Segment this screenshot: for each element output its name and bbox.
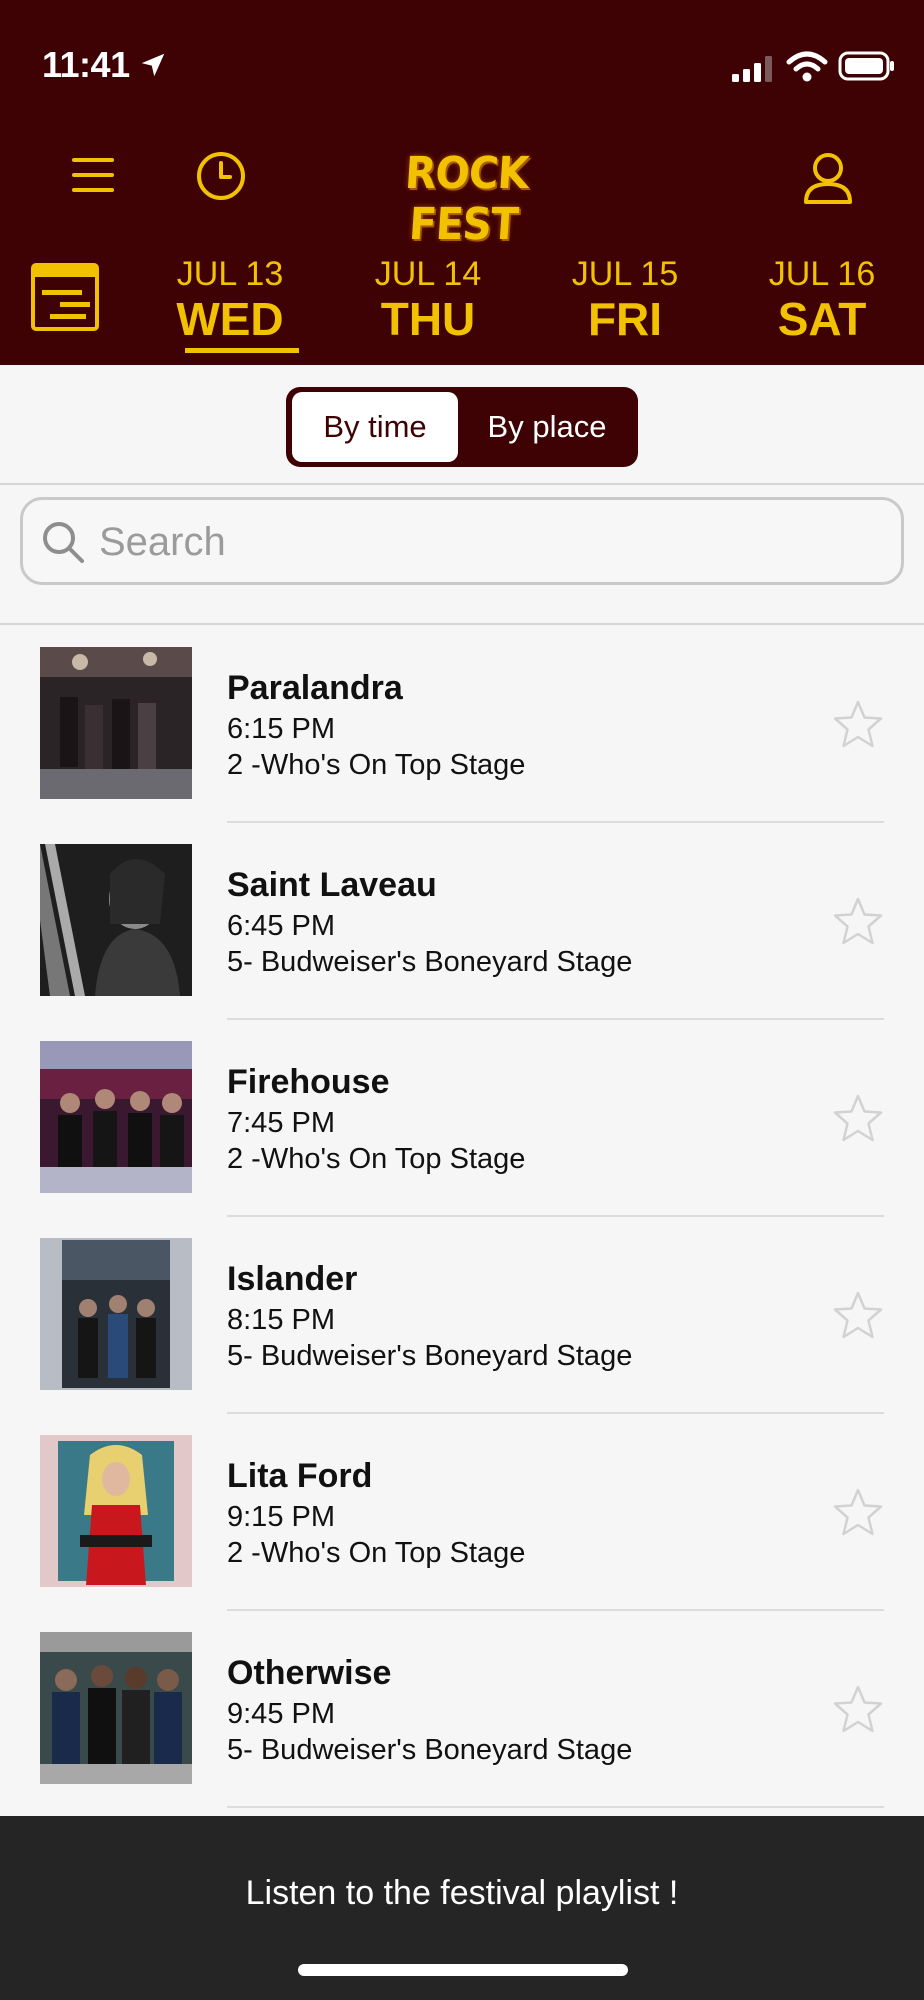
performance-stage: 2 -Who's On Top Stage — [227, 749, 526, 781]
band-name: Firehouse — [227, 1063, 390, 1101]
band-photo — [40, 844, 192, 996]
rock-fest-logo: ROCK FEST — [350, 140, 580, 250]
active-day-underline — [185, 348, 299, 353]
band-name: Saint Laveau — [227, 866, 437, 904]
row-divider — [227, 1215, 884, 1217]
search-icon — [43, 522, 84, 563]
day-tab-date: JUL 16 — [768, 255, 876, 293]
band-name: Otherwise — [227, 1654, 392, 1692]
list-item[interactable]: Saint Laveau 6:45 PM 5- Budweiser's Bone… — [0, 824, 924, 1021]
home-indicator[interactable] — [298, 1964, 628, 1976]
performance-stage: 2 -Who's On Top Stage — [227, 1537, 526, 1569]
favorite-star-icon[interactable] — [832, 699, 884, 749]
battery-icon — [838, 51, 894, 81]
view-toggle-bar: By time By place — [0, 365, 924, 485]
search-input[interactable] — [99, 512, 879, 572]
day-tab-fri[interactable]: JUL 15 FRI — [545, 255, 705, 345]
performance-stage: 5- Budweiser's Boneyard Stage — [227, 1734, 633, 1766]
favorite-star-icon[interactable] — [832, 1684, 884, 1734]
clock-icon[interactable] — [195, 150, 247, 202]
playlist-bar: Listen to the festival playlist ! — [0, 1816, 924, 2000]
band-photo — [40, 1238, 192, 1390]
performance-stage: 5- Budweiser's Boneyard Stage — [227, 946, 633, 978]
row-divider — [227, 821, 884, 823]
day-tab-weekday: FRI — [587, 293, 663, 345]
row-divider — [227, 1806, 884, 1808]
day-tab-weekday: THU — [380, 293, 476, 345]
performance-stage: 2 -Who's On Top Stage — [227, 1143, 526, 1175]
festival-playlist-link[interactable]: Listen to the festival playlist ! — [0, 1874, 924, 1913]
hamburger-menu-icon[interactable] — [70, 152, 116, 198]
band-photo — [40, 1632, 192, 1784]
logo-text: ROCK FEST — [403, 148, 530, 250]
band-name: Paralandra — [227, 669, 403, 707]
band-name: Lita Ford — [227, 1457, 373, 1495]
view-segmented-control: By time By place — [286, 387, 638, 467]
list-item[interactable]: Islander 8:15 PM 5- Budweiser's Boneyard… — [0, 1218, 924, 1415]
list-item[interactable]: Otherwise 9:45 PM 5- Budweiser's Boneyar… — [0, 1612, 924, 1809]
day-tab-date: JUL 14 — [374, 255, 482, 293]
band-name: Islander — [227, 1260, 358, 1298]
search-box[interactable] — [20, 497, 904, 585]
cellular-signal-icon — [732, 56, 772, 82]
favorite-star-icon[interactable] — [832, 1487, 884, 1537]
day-tab-thu[interactable]: JUL 14 THU — [348, 255, 508, 345]
location-arrow-icon — [141, 53, 165, 77]
by-time-segment[interactable]: By time — [292, 392, 458, 462]
day-tab-wed[interactable]: JUL 13 WED — [150, 255, 310, 353]
performance-time: 7:45 PM — [227, 1107, 335, 1139]
performance-time: 8:15 PM — [227, 1304, 335, 1336]
user-profile-icon[interactable] — [802, 150, 854, 204]
favorite-star-icon[interactable] — [832, 1093, 884, 1143]
status-time: 11:41 — [42, 44, 130, 85]
row-divider — [227, 1609, 884, 1611]
band-photo — [40, 1435, 192, 1587]
favorite-star-icon[interactable] — [832, 896, 884, 946]
list-item[interactable]: Paralandra 6:15 PM 2 -Who's On Top Stage — [0, 627, 924, 824]
performance-time: 6:45 PM — [227, 910, 335, 942]
by-place-segment[interactable]: By place — [462, 392, 632, 462]
schedule-grid-icon[interactable] — [30, 262, 100, 332]
day-tab-weekday: SAT — [777, 293, 867, 345]
list-item[interactable]: Lita Ford 9:15 PM 2 -Who's On Top Stage — [0, 1415, 924, 1612]
day-tab-weekday: WED — [176, 293, 284, 345]
band-photo — [40, 647, 192, 799]
performance-stage: 5- Budweiser's Boneyard Stage — [227, 1340, 633, 1372]
wifi-icon — [786, 51, 828, 82]
search-bar — [0, 487, 924, 625]
list-item[interactable]: Firehouse 7:45 PM 2 -Who's On Top Stage — [0, 1021, 924, 1218]
row-divider — [227, 1412, 884, 1414]
app-header: 11:41 ROCK FEST JUL 13 WED JUL 14 THU JU… — [0, 0, 924, 365]
day-tab-date: JUL 15 — [571, 255, 679, 293]
status-bar: 11:41 — [0, 0, 924, 130]
band-photo — [40, 1041, 192, 1193]
favorite-star-icon[interactable] — [832, 1290, 884, 1340]
performance-time: 6:15 PM — [227, 713, 335, 745]
day-tab-sat[interactable]: JUL 16 SAT — [742, 255, 902, 345]
row-divider — [227, 1018, 884, 1020]
performance-time: 9:15 PM — [227, 1501, 335, 1533]
performance-time: 9:45 PM — [227, 1698, 335, 1730]
day-tab-date: JUL 13 — [176, 255, 284, 293]
